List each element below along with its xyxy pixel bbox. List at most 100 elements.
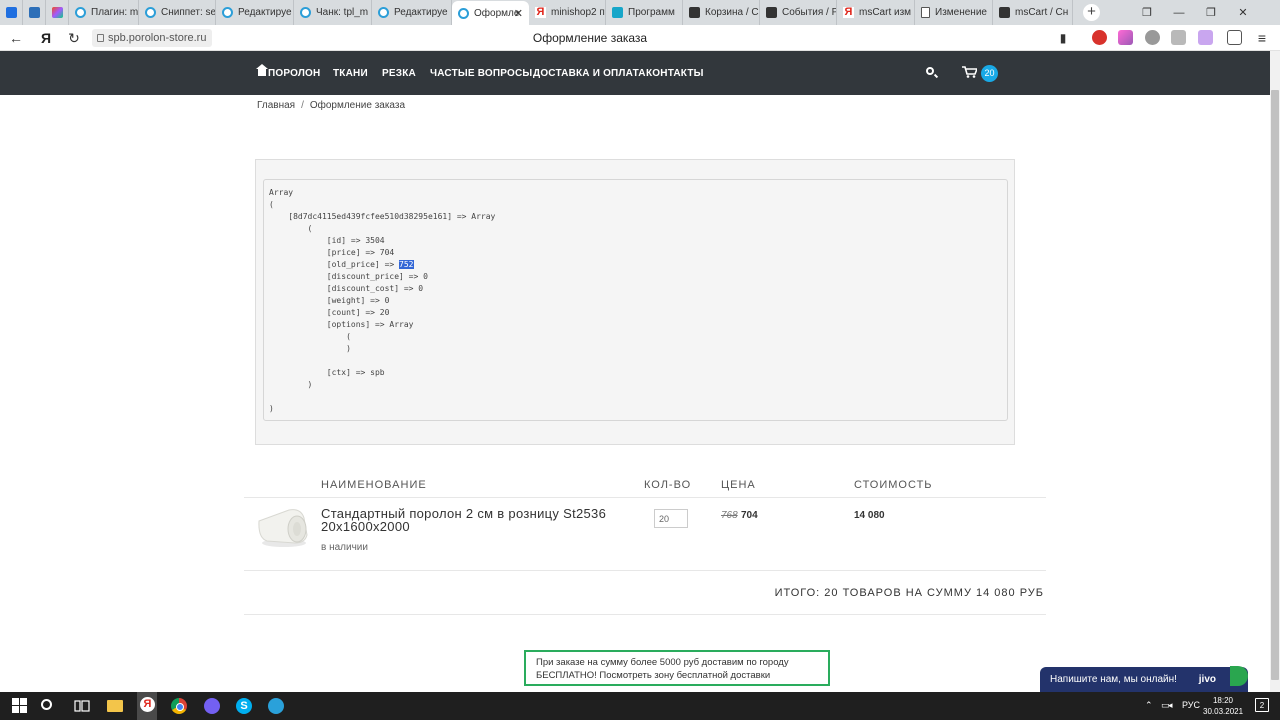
minimize-icon[interactable]: —: [1164, 0, 1194, 25]
breadcrumb-separator: /: [301, 100, 304, 111]
code-line: [discount_cost] => 0: [269, 284, 424, 293]
modx-icon: [222, 7, 233, 18]
menu-item-faq[interactable]: ЧАСТЫЕ ВОПРОСЫ: [430, 68, 532, 79]
doc-icon: [921, 7, 930, 18]
column-header-price: Цена: [721, 479, 756, 491]
clock[interactable]: 18:20 30.03.2021: [1203, 695, 1243, 717]
menu-item-delivery[interactable]: ДОСТАВКА И ОПЛАТА: [533, 68, 646, 79]
menu-item-cutting[interactable]: РЕЗКА: [382, 68, 416, 79]
adblock-icon[interactable]: [1092, 30, 1107, 45]
tab-vk[interactable]: [23, 0, 46, 25]
menu-icon[interactable]: ≡: [1252, 28, 1272, 48]
tab-snippet[interactable]: Сниппет: se: [139, 0, 216, 25]
telegram-icon[interactable]: [268, 698, 284, 714]
tab-edit-2[interactable]: Редактируе: [372, 0, 452, 25]
table-divider: [244, 570, 1046, 571]
tab-checkout-active[interactable]: Оформле ✕: [452, 1, 529, 25]
bookmark-icon[interactable]: ▮: [1053, 28, 1073, 48]
cart-icon[interactable]: [962, 66, 977, 78]
menu-item-fabrics[interactable]: ТКАНИ: [333, 68, 368, 79]
scrollbar-thumb[interactable]: [1271, 90, 1279, 680]
new-tab-icon[interactable]: +: [1083, 4, 1100, 21]
volume-icon[interactable]: ◂: [1168, 700, 1173, 711]
close-tab-icon[interactable]: ✕: [514, 7, 523, 20]
chat-widget-text: Напишите нам, мы онлайн!: [1050, 674, 1177, 685]
tab-change[interactable]: Изменение: [915, 0, 993, 25]
address-bar: ← Я ↻ spb.porolon-store.ru Оформление за…: [0, 25, 1280, 51]
extension-image-icon[interactable]: [1171, 30, 1186, 45]
language-indicator[interactable]: РУС: [1182, 700, 1200, 710]
column-header-qty: Кол-во: [644, 479, 692, 491]
notice-line: При заказе на сумму более 5000 руб доста…: [536, 657, 789, 668]
tab-mail[interactable]: [0, 0, 23, 25]
clock-time: 18:20: [1212, 696, 1234, 705]
tab-label: minishop2 п: [551, 7, 605, 18]
product-image[interactable]: [255, 505, 309, 549]
skype-icon[interactable]: S: [236, 698, 252, 714]
tab-events[interactable]: События / Р: [760, 0, 837, 25]
tab-chunk[interactable]: Чанк: tpl_m: [294, 0, 372, 25]
modx-icon: [378, 7, 389, 18]
tab-label: Редактируе: [238, 7, 292, 18]
page-title: Оформление заказа: [532, 31, 648, 45]
tab-edit-1[interactable]: Редактируе: [216, 0, 294, 25]
task-view-icon[interactable]: [74, 698, 90, 714]
extension-pen-icon[interactable]: [1198, 30, 1213, 45]
tab-figma[interactable]: [46, 0, 69, 25]
close-window-icon[interactable]: ✕: [1228, 0, 1258, 25]
table-divider: [244, 614, 1046, 615]
free-delivery-notice[interactable]: При заказе на сумму более 5000 руб доста…: [524, 650, 830, 686]
column-header-cost: Стоимость: [854, 479, 933, 491]
code-line: [weight] => 0: [269, 296, 390, 305]
code-line: (: [269, 200, 274, 209]
tab-plugin[interactable]: Плагин: ms: [69, 0, 139, 25]
home-icon: [256, 64, 268, 76]
tab-minishop[interactable]: Яminishop2 п: [529, 0, 606, 25]
product-name-link[interactable]: Стандартный поролон 2 см в розницу St253…: [321, 507, 641, 533]
search-icon[interactable]: [926, 67, 934, 75]
notice-link[interactable]: БЕСПЛАТНО! Посмотреть зону бесплатной до…: [536, 669, 818, 682]
file-explorer-icon[interactable]: [107, 700, 123, 712]
extension-gear-icon[interactable]: [1145, 30, 1160, 45]
tab-mscart-snippet[interactable]: msCart / Сн: [993, 0, 1073, 25]
tab-label: msCart изм: [859, 7, 912, 18]
clock-date: 30.03.2021: [1203, 707, 1244, 716]
yandex-browser-taskbar-icon[interactable]: [137, 692, 157, 720]
extension-share-icon[interactable]: [1227, 30, 1242, 45]
code-line: [price] => 704: [269, 248, 395, 257]
menu-item-porolon[interactable]: ПОРОЛОН: [256, 64, 320, 79]
line-cost: 14 080: [854, 510, 885, 521]
tab-overview-icon[interactable]: ❐: [1132, 0, 1162, 25]
viber-icon[interactable]: [204, 698, 220, 714]
tab-programs[interactable]: Программ: [606, 0, 683, 25]
tab-label: Редактируе: [394, 7, 448, 18]
modx-icon: [145, 7, 156, 18]
code-line: ): [269, 404, 274, 413]
tab-cart[interactable]: Корзина / С: [683, 0, 760, 25]
tab-label: Оформле: [474, 7, 520, 19]
tab-label: Изменение: [935, 7, 987, 18]
code-line: [ctx] => spb: [269, 368, 385, 377]
quantity-input[interactable]: [654, 509, 688, 528]
taskbar-search-icon[interactable]: [41, 699, 52, 710]
code-line: [discount_price] => 0: [269, 272, 428, 281]
table-divider: [244, 497, 1046, 498]
chat-widget[interactable]: Напишите нам, мы онлайн! jivo: [1040, 667, 1248, 692]
chrome-icon[interactable]: [171, 698, 187, 714]
breadcrumb-home-link[interactable]: Главная: [257, 100, 295, 111]
extension-gradient-icon[interactable]: [1118, 30, 1133, 45]
yandex-icon: Я: [535, 6, 546, 18]
order-total: Итого: 20 товаров на сумму 14 080 руб: [774, 587, 1044, 599]
notification-center-icon[interactable]: 2: [1255, 698, 1269, 712]
tab-mscart-change[interactable]: ЯmsCart изм: [837, 0, 915, 25]
jivo-logo: jivo: [1198, 674, 1216, 685]
code-line: [options] => Array: [269, 320, 414, 329]
column-header-name: Наименование: [321, 479, 427, 491]
windows-start-icon[interactable]: [12, 698, 28, 714]
menu-item-contacts[interactable]: КОНТАКТЫ: [646, 68, 704, 79]
restore-icon[interactable]: ❐: [1196, 0, 1226, 25]
tray-expand-icon[interactable]: ⌃: [1145, 700, 1153, 711]
cart-count-badge[interactable]: 20: [981, 65, 998, 82]
tab-label: msCart / Сн: [1015, 7, 1069, 18]
